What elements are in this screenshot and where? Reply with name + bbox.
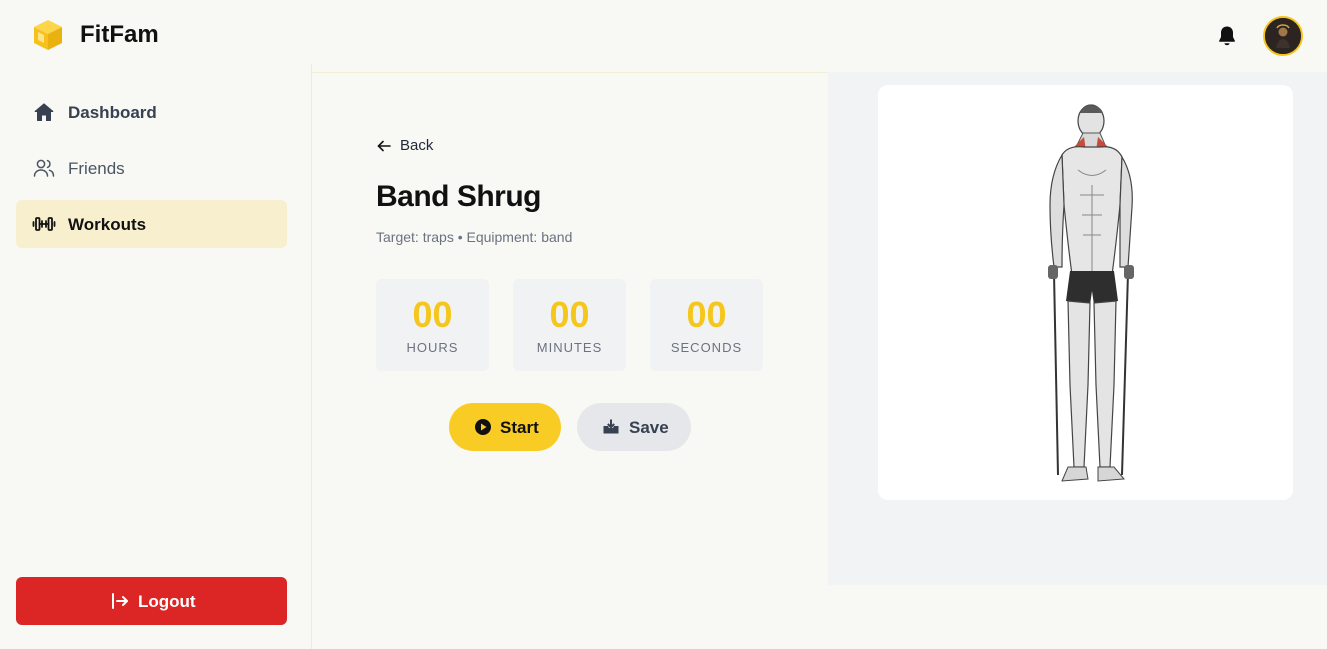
sidebar-item-dashboard[interactable]: Dashboard (16, 88, 287, 136)
home-icon (34, 103, 54, 121)
timer-hours-value: 00 (412, 294, 453, 335)
save-button[interactable]: Save (577, 403, 691, 451)
sidebar-item-label: Dashboard (68, 103, 157, 122)
timer-hours-label: HOURS (406, 340, 459, 355)
box-logo-icon (34, 20, 62, 50)
sidebar-item-label: Friends (68, 159, 125, 178)
timer-minutes: 00 MINUTES (513, 279, 626, 371)
top-header: FitFam (0, 0, 1327, 72)
logout-icon (112, 593, 128, 609)
exercise-illustration (1048, 104, 1134, 482)
avatar[interactable] (1263, 16, 1303, 56)
timer-minutes-label: MINUTES (536, 340, 603, 355)
avatar-image (1265, 18, 1301, 54)
exercise-image-card (878, 85, 1293, 500)
exercise-subtitle: Target: traps • Equipment: band (376, 229, 573, 245)
start-button[interactable]: Start (449, 403, 561, 451)
start-label: Start (500, 418, 539, 437)
divider (312, 72, 828, 73)
arrow-left-icon (377, 140, 391, 152)
sidebar-item-label: Workouts (68, 215, 147, 234)
download-tray-icon (603, 419, 619, 434)
logout-label: Logout (138, 592, 196, 611)
sidebar-item-workouts[interactable]: Workouts (16, 200, 287, 248)
app-name[interactable]: FitFam (80, 21, 159, 49)
timer-minutes-value: 00 (549, 294, 590, 335)
bell-icon[interactable] (1215, 24, 1239, 48)
dumbbell-icon (32, 217, 56, 231)
timer-seconds-label: SECONDS (670, 340, 743, 355)
play-circle-icon (475, 419, 491, 435)
save-label: Save (629, 418, 669, 437)
sidebar-item-friends[interactable]: Friends (16, 144, 287, 192)
back-label: Back (400, 137, 434, 154)
logout-button[interactable]: Logout (16, 577, 287, 625)
users-icon (33, 159, 55, 177)
timer-seconds: 00 SECONDS (650, 279, 763, 371)
exercise-image-panel (828, 72, 1327, 585)
sidebar: Dashboard Friends Workouts Logout (0, 64, 312, 649)
timer-seconds-value: 00 (686, 294, 727, 335)
exercise-title: Band Shrug (376, 180, 542, 213)
timer-hours: 00 HOURS (376, 279, 489, 371)
